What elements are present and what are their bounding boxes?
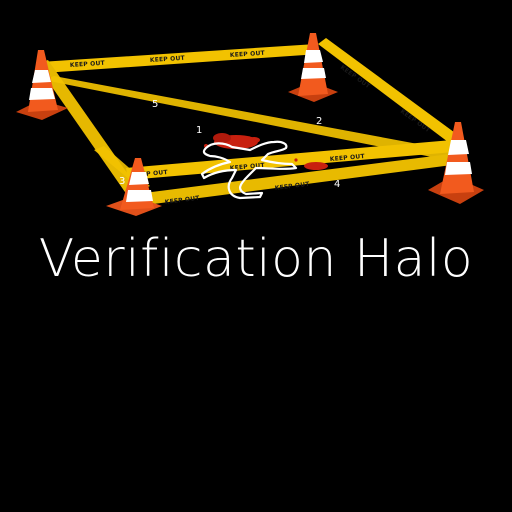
evidence-marker-5: 5 — [152, 99, 158, 110]
evidence-marker-4: 4 — [334, 179, 340, 190]
evidence-marker-1: 1 — [196, 125, 202, 136]
app-title: Verification Halo — [38, 229, 474, 289]
caution-tape-icon: KEEP OUT KEEP OUT KEEP OUT KEEP OUT KEEP… — [36, 38, 462, 206]
evidence-marker-2: 2 — [316, 116, 322, 127]
app-icon-canvas: KEEP OUT KEEP OUT KEEP OUT KEEP OUT KEEP… — [0, 0, 512, 512]
evidence-marker-3: 3 — [119, 176, 125, 187]
